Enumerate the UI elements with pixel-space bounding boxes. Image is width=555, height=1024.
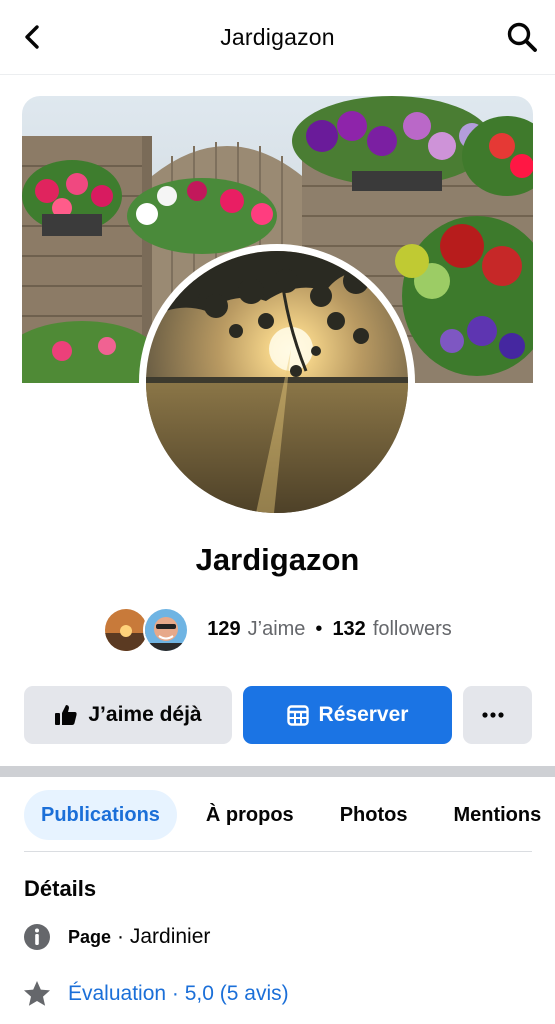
followers-label: followers	[372, 617, 452, 640]
tab-publications[interactable]: Publications	[24, 790, 177, 840]
tab-mentions[interactable]: Mentions	[436, 790, 555, 840]
tab-bar: Publications À propos Photos Mentions	[24, 790, 555, 840]
page-stats: 129 J’aime • 132 followers	[0, 605, 555, 653]
page-name: Jardigazon	[195, 542, 360, 577]
tab-photos[interactable]: Photos	[323, 790, 425, 840]
stats-separator: •	[315, 617, 323, 640]
like-button-label: J’aime déjà	[88, 703, 202, 726]
profile-picture[interactable]	[139, 244, 415, 520]
info-icon	[24, 924, 50, 950]
star-icon	[24, 981, 50, 1006]
search-icon	[507, 22, 537, 52]
book-button-label: Réserver	[318, 703, 409, 726]
tabs-divider	[24, 851, 532, 852]
page-title: Jardigazon	[220, 24, 335, 50]
tab-about[interactable]: À propos	[189, 790, 311, 840]
more-dots-icon	[481, 712, 504, 718]
more-button[interactable]	[463, 686, 532, 744]
calendar-icon	[286, 705, 309, 726]
rating-text: Évaluation · 5,0 (5 avis)	[68, 982, 289, 1005]
book-button[interactable]: Réserver	[243, 686, 452, 744]
search-button[interactable]	[505, 20, 539, 54]
section-divider	[0, 766, 555, 777]
top-bar: Jardigazon	[0, 0, 555, 75]
friend-avatars[interactable]	[103, 605, 191, 653]
like-button[interactable]: J’aime déjà	[24, 686, 232, 744]
likes-count: 129	[207, 617, 241, 640]
followers-count: 132	[332, 617, 366, 640]
detail-page-value: · Jardinier	[117, 925, 211, 948]
avatar	[143, 607, 190, 653]
detail-page-key: Page	[68, 926, 112, 947]
likes-label: J’aime	[247, 617, 306, 640]
detail-rating[interactable]: Évaluation · 5,0 (5 avis)	[22, 977, 289, 1011]
detail-page-category: Page · Jardinier	[22, 920, 210, 954]
thumbs-up-icon	[55, 705, 77, 725]
details-heading: Détails	[24, 876, 97, 901]
